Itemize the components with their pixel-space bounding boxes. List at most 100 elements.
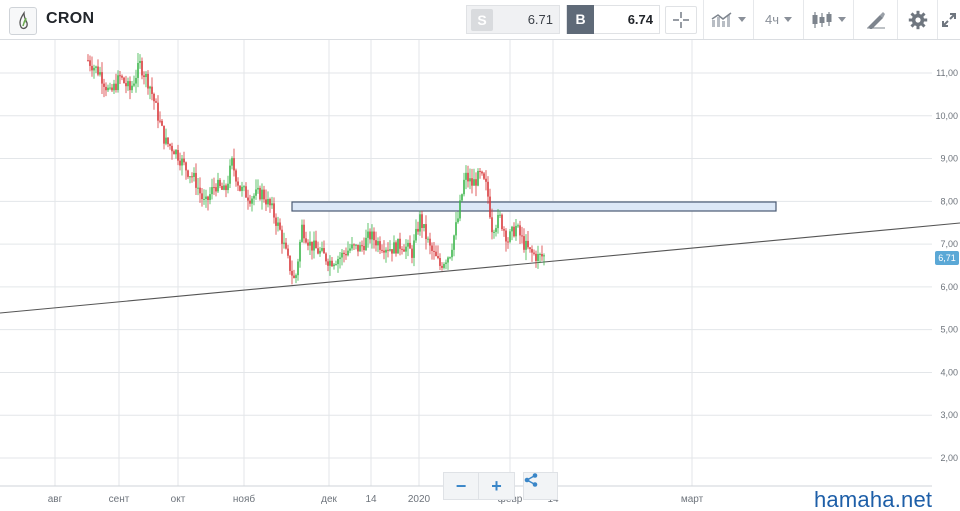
candle-body [133,83,135,86]
y-axis: 11,00 10,00 9,00 8,00 7,00 6,00 5,00 4,00 3,00 2,… [935,68,958,463]
candle-body [541,253,543,257]
candle-body [171,145,173,152]
candle-body [367,231,369,238]
candle-body [501,214,503,230]
share-button[interactable] [523,472,558,500]
candle-body [91,65,93,71]
price-chart[interactable]: 11,00 10,00 9,00 8,00 7,00 6,00 5,00 4,00 3,00 2,… [0,40,960,511]
candle-body [475,179,477,186]
candle-body [491,217,493,233]
candle-body [279,222,281,230]
candle-body [221,186,223,190]
candle-body [459,200,461,219]
candle-body [137,62,139,78]
settings-button[interactable] [897,0,937,39]
y-tick-label: 6,00 [940,282,958,292]
crosshair-button[interactable] [665,6,697,34]
candle-body [141,60,143,76]
chart-canvas[interactable]: 11,00 10,00 9,00 8,00 7,00 6,00 5,00 4,00 3,00 2,… [0,40,960,511]
candle-body [175,149,177,155]
candle-body [205,196,207,199]
candle-body [357,244,359,252]
candle-body [381,249,383,251]
fullscreen-button[interactable] [937,0,960,39]
candle-body [433,250,435,252]
candle-body [295,275,297,278]
candle-body [467,172,469,182]
candle-body [177,149,179,161]
indicators-icon [711,11,732,27]
zoom-in-button[interactable]: + [479,472,515,500]
candle-body [97,66,99,75]
candle-body [445,262,447,265]
support-trendline[interactable] [0,222,960,314]
candle-body [427,238,429,240]
indicators-button[interactable] [703,0,753,39]
candle-body [463,179,465,195]
candle-body [507,241,509,243]
candle-body [193,172,195,177]
candle-body [391,249,393,254]
resistance-zone[interactable] [291,201,777,212]
candlestick-icon [812,11,832,28]
candle-body [395,242,397,254]
toolbar: CRON S 6.71 B 6.74 4ч [0,0,960,40]
candle-body [229,165,231,184]
candle-body [353,244,355,246]
candle-body [271,203,273,206]
candle-body [267,198,269,205]
candle-body [165,137,167,144]
candle-body [151,86,153,94]
candle-body [249,200,251,204]
candle-body [239,185,241,191]
sell-button[interactable]: S 6.71 [466,5,560,34]
candle-body [383,250,385,253]
chart-grid [0,40,932,487]
candle-body [361,245,363,247]
timeframe-select[interactable]: 4ч [753,0,803,39]
candle-body [103,83,105,87]
candle-body [487,181,489,197]
drawing-tools-button[interactable] [853,0,897,39]
x-tick-label: нояб [233,493,255,505]
chart-type-select[interactable] [803,0,853,39]
candle-body [425,224,427,240]
candle-body [471,178,473,186]
candle-body [373,231,375,241]
candle-body [147,73,149,89]
candle-body [437,256,439,259]
buy-tag: B [567,5,594,34]
candle-body [513,226,515,237]
candle-body [223,185,225,190]
candle-body [509,231,511,242]
candle-body [135,77,137,84]
candle-body [115,83,117,91]
buy-button[interactable]: B 6.74 [566,5,660,34]
candle-body [123,77,125,84]
zoom-out-button[interactable]: − [443,472,479,500]
y-tick-label: 11,00 [936,68,958,78]
candle-body [211,187,213,195]
candle-body [325,253,327,262]
candle-body [195,172,197,188]
candle-body [489,196,491,218]
candle-body [473,179,475,186]
candle-body [443,264,445,268]
y-tick-label: 8,00 [940,196,958,206]
candle-body [323,248,325,254]
sell-tag: S [471,9,493,31]
candle-body [405,246,407,252]
x-tick-label: сент [109,494,130,505]
candle-body [107,87,109,91]
candle-body [203,198,205,200]
candle-body [101,72,103,84]
candle-body [537,253,539,261]
candle-body [457,218,459,223]
x-axis: авгсентоктноябдек142020февр14март [48,493,704,505]
candle-body [385,249,387,253]
candle-body [451,249,453,258]
candle-body [403,249,405,252]
candle-body [333,264,335,267]
candle-body [327,261,329,266]
candle-body [311,241,313,251]
